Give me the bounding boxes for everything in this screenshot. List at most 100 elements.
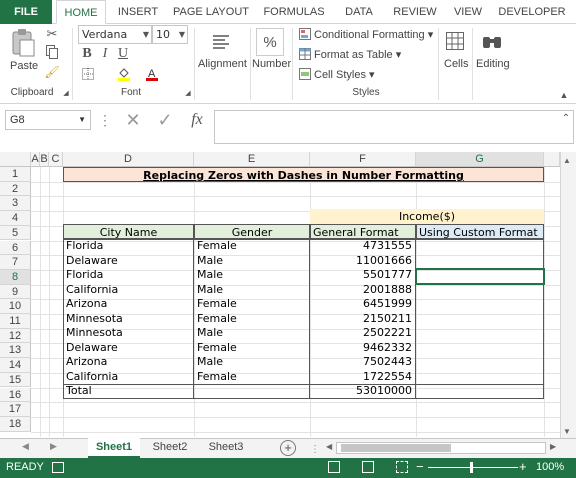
cell-gender[interactable]: Female [195,312,309,327]
format-as-table-button[interactable]: Format as Table ▾ [314,48,401,61]
row-header[interactable]: 16 [0,387,31,403]
cell-city[interactable]: Arizona [64,355,193,370]
font-size-dropdown[interactable]: 10 ▼ [152,25,188,44]
row-header[interactable]: 6 [0,240,31,256]
prev-sheet-icon[interactable]: ◀ [22,441,29,452]
cell-income[interactable]: 5501777 [311,268,415,283]
zoom-out-icon[interactable]: − [416,459,424,474]
row-header[interactable]: 7 [0,255,31,270]
cell-styles-button[interactable]: Cell Styles ▾ [314,68,375,81]
scroll-up-icon[interactable]: ▲ [563,156,571,165]
cell-income[interactable]: 6451999 [311,297,415,312]
cell-total-value[interactable]: 53010000 [311,384,415,399]
row-header[interactable]: 13 [0,343,31,359]
row-header[interactable]: 8 [0,269,31,285]
bold-button[interactable]: B [80,46,94,62]
page-layout-view-icon[interactable] [362,461,374,473]
cell-income[interactable]: 9462332 [311,341,415,356]
paste-icon[interactable] [8,28,38,58]
macro-record-icon[interactable] [52,462,64,473]
cell-custom-format[interactable] [417,297,543,312]
tab-file[interactable]: FILE [0,0,52,24]
zoom-slider[interactable] [428,467,518,468]
editing-button-label[interactable]: Editing [476,58,510,70]
row-header[interactable]: 12 [0,328,31,344]
cell-city[interactable]: California [64,283,193,298]
cell-city[interactable]: Florida [64,239,193,254]
row-header[interactable]: 2 [0,181,31,197]
horizontal-scroll-thumb[interactable] [341,444,451,452]
add-sheet-icon[interactable]: + [280,440,296,456]
cell-gender[interactable]: Male [195,283,309,298]
row-header[interactable]: 14 [0,358,31,373]
enter-icon[interactable]: ✓ [152,110,178,130]
row-header[interactable]: 5 [0,225,31,241]
cell-gender[interactable]: Male [195,355,309,370]
scroll-right-icon[interactable]: ▶ [550,442,556,451]
row-header[interactable]: 18 [0,416,31,432]
cell-custom-format[interactable] [417,312,543,327]
cancel-icon[interactable]: ✕ [120,110,146,130]
format-painter-icon[interactable]: 🖌 [44,64,60,80]
header-custom-format[interactable]: Using Custom Format [416,224,544,239]
cell-city[interactable]: Minnesota [64,326,193,341]
conditional-formatting-button[interactable]: Conditional Formatting ▾ [314,28,433,41]
column-header[interactable]: G [416,152,544,167]
name-box[interactable]: G8 ▼ [5,110,91,130]
cell-income[interactable]: 2502221 [311,326,415,341]
cell-custom-format[interactable] [417,326,543,341]
tab-data[interactable]: DATA [336,0,382,24]
vertical-scrollbar[interactable] [560,152,576,438]
cell-custom-format[interactable] [417,355,543,370]
cell-custom-format[interactable] [417,254,543,269]
number-button-label[interactable]: Number [252,58,291,70]
row-header[interactable]: 1 [0,167,31,182]
sheet-title[interactable]: Replacing Zeros with Dashes in Number Fo… [63,167,544,182]
header-general-format[interactable]: General Format [310,224,416,239]
tab-page-layout[interactable]: PAGE LAYOUT [170,0,252,24]
cell-custom-format[interactable] [417,283,543,298]
income-header[interactable]: Income($) [310,209,544,224]
cell-styles-icon[interactable] [298,67,312,81]
column-header[interactable]: F [310,152,416,167]
percent-icon[interactable]: % [256,28,284,56]
column-header[interactable]: D [63,152,194,167]
cut-icon[interactable]: ✂ [44,26,60,42]
collapse-ribbon-icon[interactable]: ▲ [558,90,570,100]
cell-custom-format[interactable] [417,239,543,254]
cell-city[interactable]: Delaware [64,341,193,356]
format-as-table-icon[interactable] [298,47,312,61]
cell-city[interactable]: Arizona [64,297,193,312]
row-header[interactable]: 11 [0,314,31,329]
insert-function-icon[interactable]: fx [184,110,210,130]
tab-home[interactable]: HOME [56,0,106,24]
zoom-in-icon[interactable]: + [519,459,527,474]
normal-view-icon[interactable] [328,461,340,473]
row-header[interactable]: 4 [0,211,31,226]
row-header[interactable]: 9 [0,284,31,300]
row-header[interactable]: 17 [0,402,31,417]
row-header[interactable]: 15 [0,372,31,388]
column-header[interactable]: B [40,152,49,167]
cell-gender[interactable]: Female [195,297,309,312]
cell-income[interactable]: 7502443 [311,355,415,370]
column-header[interactable]: A [31,152,40,167]
header-city[interactable]: City Name [63,224,194,239]
horizontal-scrollbar[interactable] [336,442,546,454]
tab-review[interactable]: REVIEW [388,0,442,24]
tab-developer[interactable]: DEVELOPER [494,0,570,24]
cell-gender[interactable]: Female [195,239,309,254]
zoom-level[interactable]: 100% [536,461,564,473]
header-gender[interactable]: Gender [194,224,310,239]
cell-city[interactable]: Florida [64,268,193,283]
paste-label[interactable]: Paste [10,60,38,72]
cell-city[interactable]: Minnesota [64,312,193,327]
font-color-icon[interactable]: A [144,66,160,82]
row-header[interactable]: 10 [0,299,31,314]
tab-view[interactable]: VIEW [448,0,488,24]
tab-formulas[interactable]: FORMULAS [258,0,330,24]
sheet-tab-3[interactable]: Sheet3 [200,438,252,458]
cell-income[interactable]: 2001888 [311,283,415,298]
cell-city[interactable]: California [64,370,193,385]
sheet-tab-2[interactable]: Sheet2 [144,438,196,458]
